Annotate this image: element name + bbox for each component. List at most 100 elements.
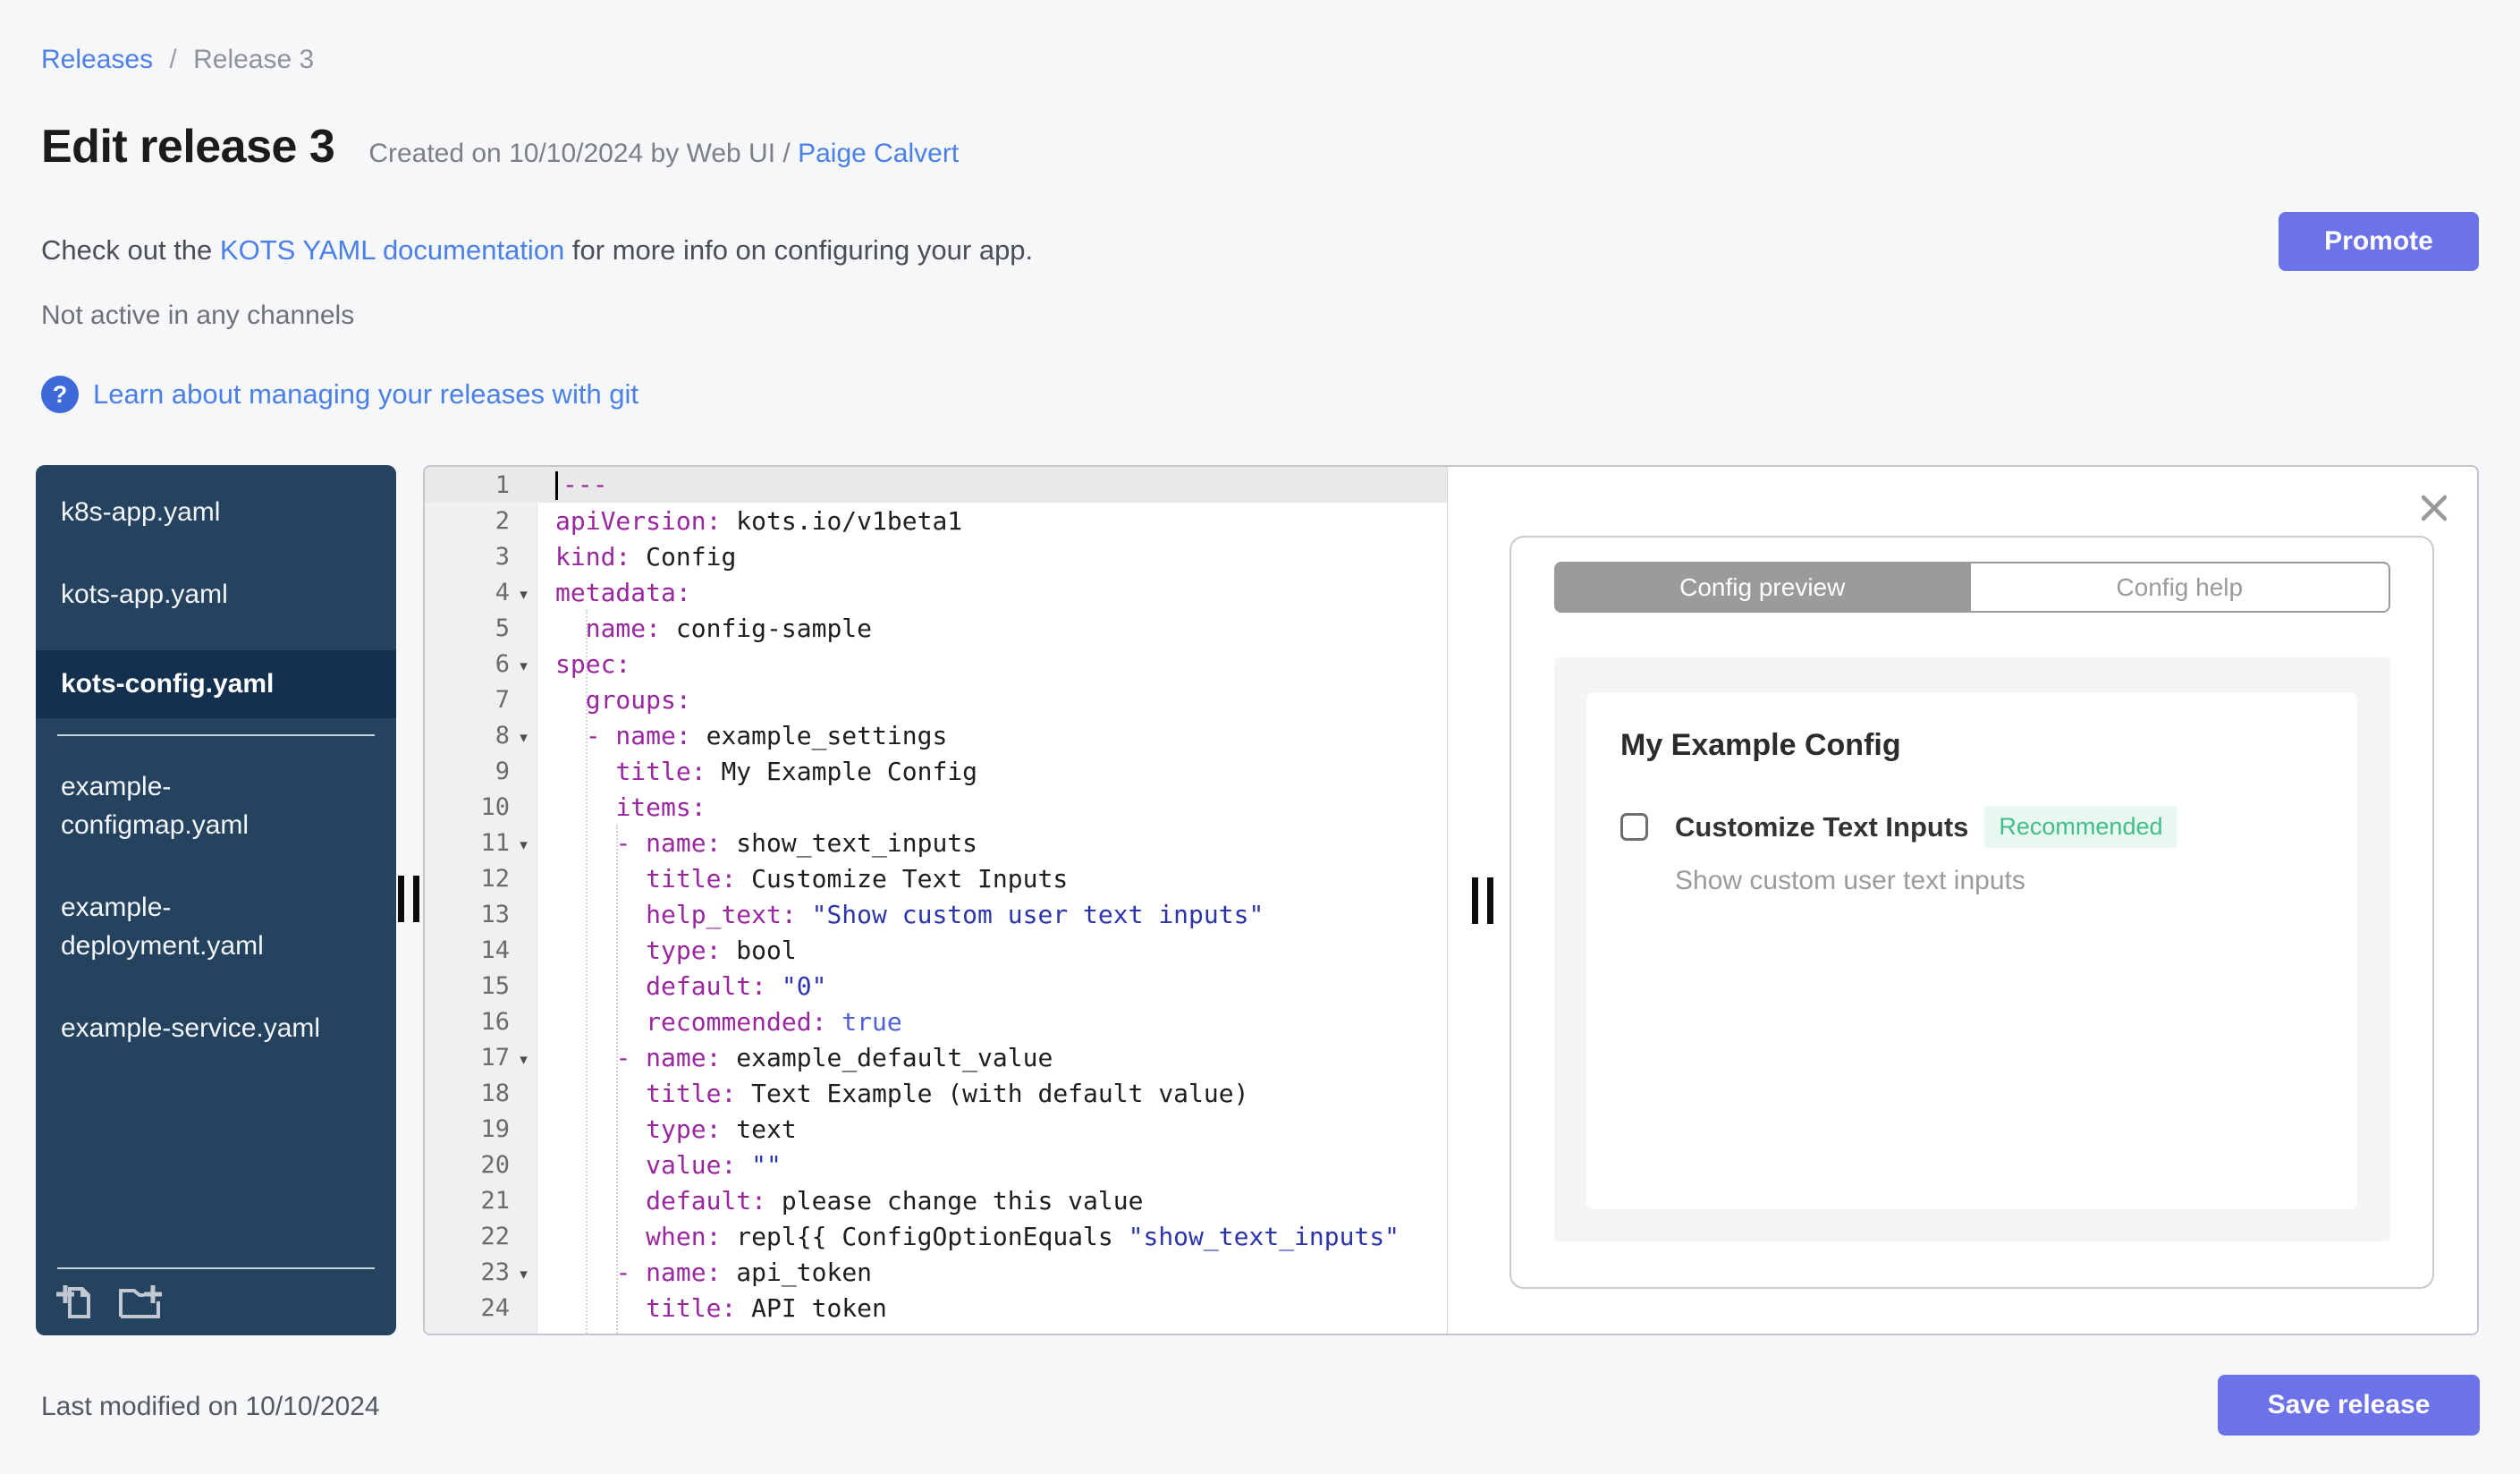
line-number: 16: [480, 1007, 510, 1036]
recommended-badge: Recommended: [1984, 806, 2178, 848]
code-line-19[interactable]: 19 type: text: [425, 1111, 1447, 1147]
fold-arrow-icon[interactable]: ▾: [510, 581, 537, 604]
code-line-8[interactable]: 8 ▾ - name: example_settings: [425, 717, 1447, 753]
sidebar-resize-handle[interactable]: [398, 876, 419, 922]
line-number: 21: [480, 1186, 510, 1215]
file-item-example-service.yaml[interactable]: example-service.yaml: [36, 1003, 396, 1055]
code-line-20[interactable]: 20 value: "": [425, 1147, 1447, 1182]
sidebar-actions: [36, 1269, 396, 1335]
config-group-card: My Example Config Customize Text Inputs …: [1586, 692, 2357, 1209]
fold-arrow-icon[interactable]: ▾: [510, 1046, 537, 1069]
text-cursor: [555, 471, 558, 500]
line-number: 8: [495, 721, 510, 750]
git-help-row: ? Learn about managing your releases wit…: [41, 376, 638, 413]
code-line-18[interactable]: 18 title: Text Example (with default val…: [425, 1075, 1447, 1111]
line-number: 2: [495, 506, 510, 535]
code-line-6[interactable]: 6 ▾ spec:: [425, 646, 1447, 682]
line-number: 4: [495, 578, 510, 606]
code-line-7[interactable]: 7 groups:: [425, 682, 1447, 717]
file-item-example-deployment.yaml[interactable]: example-deployment.yaml: [36, 882, 396, 972]
add-file-button[interactable]: [55, 1280, 97, 1323]
code-text: title: Text Example (with default value): [646, 1078, 1249, 1108]
code-line-13[interactable]: 13 help_text: "Show custom user text inp…: [425, 896, 1447, 932]
author-link[interactable]: Paige Calvert: [798, 139, 959, 168]
code-line-14[interactable]: 14 type: bool: [425, 932, 1447, 968]
code-line-16[interactable]: 16 recommended: true: [425, 1004, 1447, 1039]
line-number: 20: [480, 1150, 510, 1179]
code-line-17[interactable]: 17 ▾ - name: example_default_value: [425, 1039, 1447, 1075]
code-line-12[interactable]: 12 title: Customize Text Inputs: [425, 860, 1447, 896]
tab-config-help[interactable]: Config help: [1971, 562, 2390, 613]
file-sidebar: k8s-app.yaml kots-app.yaml kots-config.yam…: [36, 465, 396, 1335]
kots-yaml-docs-link[interactable]: KOTS YAML documentation: [220, 234, 564, 266]
close-preview-button[interactable]: [2416, 490, 2452, 529]
save-release-button[interactable]: Save release: [2218, 1375, 2480, 1436]
code-text: groups:: [585, 684, 691, 715]
line-number: 14: [480, 936, 510, 964]
code-line-5[interactable]: 5 name: config-sample: [425, 610, 1447, 646]
breadcrumb-releases-link[interactable]: Releases: [41, 45, 153, 74]
code-line-10[interactable]: 10 items:: [425, 789, 1447, 825]
code-text: value: "": [646, 1149, 782, 1180]
line-number: 24: [480, 1293, 510, 1322]
file-item-kots-config.yaml[interactable]: kots-config.yaml: [36, 650, 396, 718]
git-releases-link[interactable]: Learn about managing your releases with …: [93, 378, 638, 411]
code-line-15[interactable]: 15 default: "0": [425, 968, 1447, 1004]
fold-arrow-icon[interactable]: ▾: [510, 1261, 537, 1283]
code-line-11[interactable]: 11 ▾ - name: show_text_inputs: [425, 825, 1447, 860]
breadcrumb-separator: /: [169, 45, 177, 74]
code-line-23[interactable]: 23 ▾ - name: api_token: [425, 1254, 1447, 1290]
file-group-divider: [57, 733, 375, 736]
fold-arrow-icon[interactable]: ▾: [510, 653, 537, 675]
fold-arrow-icon[interactable]: ▾: [510, 724, 537, 747]
file-item-k8s-app.yaml[interactable]: k8s-app.yaml: [36, 487, 396, 538]
code-line-9[interactable]: 9 title: My Example Config: [425, 753, 1447, 789]
code-line-3[interactable]: 3 kind: Config: [425, 538, 1447, 574]
code-line-22[interactable]: 22 when: repl{{ ConfigOptionEquals "show…: [425, 1218, 1447, 1254]
promote-button[interactable]: Promote: [2279, 212, 2479, 271]
code-line-24[interactable]: 24 title: API token: [425, 1290, 1447, 1326]
fold-arrow-icon[interactable]: ▾: [510, 832, 537, 854]
line-number: 3: [495, 542, 510, 571]
tab-config-preview[interactable]: Config preview: [1553, 562, 1971, 613]
code-text: spec:: [555, 648, 631, 679]
code-line-21[interactable]: 21 default: please change this value: [425, 1182, 1447, 1218]
line-number: 23: [480, 1258, 510, 1286]
breadcrumb-current: Release 3: [193, 45, 315, 74]
code-line-2[interactable]: 2 apiVersion: kots.io/v1beta1: [425, 503, 1447, 538]
config-item-label: Customize Text Inputs: [1675, 810, 1969, 843]
code-text: default: "0": [646, 970, 827, 1001]
config-group-title: My Example Config: [1620, 728, 1901, 762]
config-preview-card: Config preview Config help My Example Con…: [1509, 536, 2434, 1289]
line-number: 25: [425, 1330, 510, 1334]
code-line-25[interactable]: 25 type: password: [425, 1326, 1447, 1334]
file-item-kots-app.yaml[interactable]: kots-app.yaml: [36, 569, 396, 621]
code-text: recommended: true: [646, 1006, 902, 1037]
code-text: title: My Example Config: [615, 756, 978, 786]
file-item-example-configmap.yaml[interactable]: example-configmap.yaml: [36, 761, 396, 851]
code-line-4[interactable]: 4 ▾ metadata:: [425, 574, 1447, 610]
yaml-code-editor[interactable]: 1 --- 2 apiVersion: kots.io/v1beta1 3 kind: C…: [425, 467, 1448, 1334]
customize-text-inputs-checkbox[interactable]: [1620, 813, 1648, 841]
docs-before: Check out the: [41, 234, 220, 266]
code-rows: 1 --- 2 apiVersion: kots.io/v1beta1 3 kind: C…: [425, 467, 1447, 1334]
add-folder-button[interactable]: [116, 1280, 163, 1323]
code-text: ---: [537, 470, 608, 500]
code-text: when: repl{{ ConfigOptionEquals "show_te…: [646, 1221, 1400, 1251]
code-line-1[interactable]: 1 ---: [425, 467, 1447, 503]
preview-resize-handle[interactable]: [1472, 877, 1493, 924]
code-text: type: password: [537, 1329, 857, 1334]
line-number: 17: [480, 1043, 510, 1072]
question-mark-icon[interactable]: ?: [41, 376, 79, 413]
